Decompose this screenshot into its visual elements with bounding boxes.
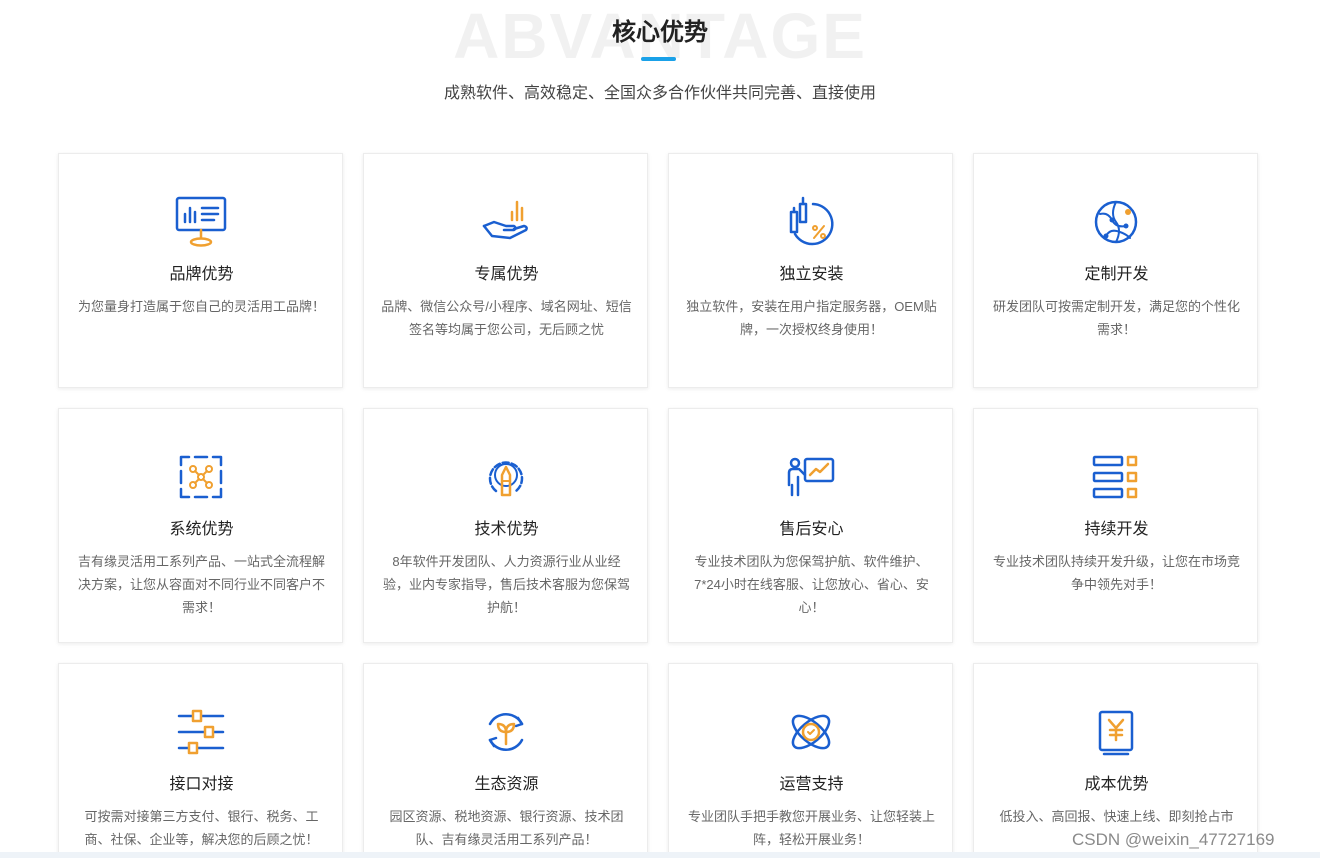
advantage-card-brand[interactable]: 品牌优势 为您量身打造属于您自己的灵活用工品牌！ bbox=[58, 153, 343, 388]
advantage-card-continuous[interactable]: 持续开发 专业技术团队持续开发升级，让您在市场竞争中领先对手！ bbox=[973, 408, 1258, 643]
card-title: 运营支持 bbox=[779, 776, 844, 793]
section-title: 核心优势 bbox=[612, 19, 708, 46]
hand-growth-icon bbox=[476, 192, 536, 252]
card-title: 生态资源 bbox=[474, 776, 539, 793]
advantage-card-system[interactable]: 系统优势 吉有缘灵活用工系列产品、一站式全流程解决方案，让您从容面对不同行业不同… bbox=[58, 408, 343, 643]
advantage-card-interface[interactable]: 接口对接 可按需对接第三方支付、银行、税务、工商、社保、企业等，解决您的后顾之忧… bbox=[58, 663, 343, 858]
card-title: 成本优势 bbox=[1084, 776, 1149, 793]
globe-network-icon bbox=[1086, 192, 1146, 252]
card-title: 技术优势 bbox=[474, 521, 539, 538]
advantage-card-service[interactable]: 售后安心 专业技术团队为您保驾护航、软件维护、7*24小时在线客服、让您放心、省… bbox=[668, 408, 953, 643]
card-title: 系统优势 bbox=[169, 521, 234, 538]
card-description: 专业技术团队持续开发升级，让您在市场竞争中领先对手！ bbox=[992, 554, 1240, 592]
monitor-chart-icon bbox=[171, 192, 231, 252]
advantage-card-operation[interactable]: 运营支持 专业团队手把手教您开展业务、让您轻装上阵，轻松开展业务！ bbox=[668, 663, 953, 858]
card-title: 接口对接 bbox=[169, 776, 234, 793]
checklist-icon bbox=[1086, 447, 1146, 507]
advantage-card-custom[interactable]: 定制开发 研发团队可按需定制开发，满足您的个性化需求！ bbox=[973, 153, 1258, 388]
advantage-card-tech[interactable]: 技术优势 8年软件开发团队、人力资源行业从业经验，业内专家指导，售后技术客服为您… bbox=[363, 408, 648, 643]
yen-doc-icon bbox=[1086, 702, 1146, 762]
card-description: 低投入、高回报、快速上线、即刻抢占市 bbox=[999, 809, 1234, 824]
card-title: 售后安心 bbox=[779, 521, 844, 538]
card-title: 品牌优势 bbox=[169, 266, 234, 283]
card-description: 专业团队手把手教您开展业务、让您轻装上阵，轻松开展业务！ bbox=[687, 809, 935, 847]
section-subtitle: 成熟软件、高效稳定、全国众多合作伙伴共同完善、直接使用 bbox=[443, 85, 876, 102]
advantage-card-ecology[interactable]: 生态资源 园区资源、税地资源、银行资源、技术团队、吉有缘灵活用工系列产品！ bbox=[363, 663, 648, 858]
watermark-text: CSDN @weixin_47727169 bbox=[1072, 830, 1275, 849]
card-description: 专业技术团队为您保驾护航、软件维护、7*24小时在线客服、让您放心、省心、安心！ bbox=[694, 554, 929, 615]
bottom-edge bbox=[0, 852, 1320, 858]
advantage-card-exclusive[interactable]: 专属优势 品牌、微信公众号/小程序、域名网址、短信签名等均属于您公司，无后顾之忧 bbox=[363, 153, 648, 388]
system-nodes-icon bbox=[171, 447, 231, 507]
presenter-icon bbox=[781, 447, 841, 507]
advantage-card-install[interactable]: 独立安装 独立软件，安装在用户指定服务器，OEM贴牌，一次授权终身使用！ bbox=[668, 153, 953, 388]
advantage-grid: 品牌优势 为您量身打造属于您自己的灵活用工品牌！ 专属优势 品牌、微信公众号/小… bbox=[58, 153, 1258, 858]
finance-percent-icon bbox=[781, 192, 841, 252]
card-title: 专属优势 bbox=[474, 266, 539, 283]
card-description: 吉有缘灵活用工系列产品、一站式全流程解决方案，让您从容面对不同行业不同客户不需求… bbox=[77, 554, 325, 615]
sliders-icon bbox=[171, 702, 231, 762]
card-title: 定制开发 bbox=[1084, 266, 1149, 283]
card-description: 园区资源、税地资源、银行资源、技术团队、吉有缘灵活用工系列产品！ bbox=[389, 809, 624, 847]
card-description: 8年软件开发团队、人力资源行业从业经验，业内专家指导，售后技术客服为您保驾护航！ bbox=[382, 554, 630, 615]
card-title: 持续开发 bbox=[1084, 521, 1149, 538]
card-description: 独立软件，安装在用户指定服务器，OEM贴牌，一次授权终身使用！ bbox=[686, 299, 937, 337]
title-underline bbox=[641, 57, 676, 61]
gear-pen-icon bbox=[476, 447, 536, 507]
card-description: 为您量身打造属于您自己的灵活用工品牌！ bbox=[77, 299, 325, 314]
card-description: 品牌、微信公众号/小程序、域名网址、短信签名等均属于您公司，无后顾之忧 bbox=[381, 299, 632, 337]
card-title: 独立安装 bbox=[779, 266, 844, 283]
eco-sprout-icon bbox=[476, 702, 536, 762]
card-description: 研发团队可按需定制开发，满足您的个性化需求！ bbox=[992, 299, 1240, 337]
atom-orbit-icon bbox=[781, 702, 841, 762]
section-header: ABVANTAGE 核心优势 成熟软件、高效稳定、全国众多合作伙伴共同完善、直接… bbox=[0, 0, 1320, 130]
card-description: 可按需对接第三方支付、银行、税务、工商、社保、企业等，解决您的后顾之忧！ bbox=[84, 809, 319, 847]
